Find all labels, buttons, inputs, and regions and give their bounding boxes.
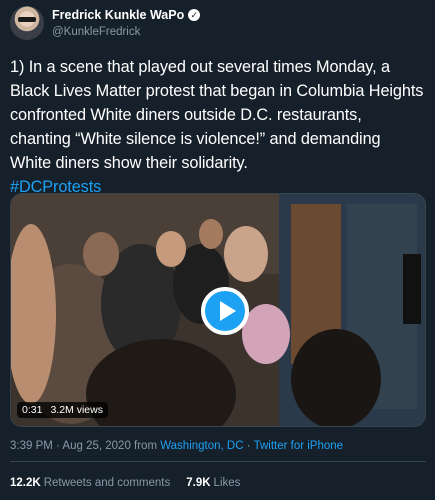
source-link[interactable]: Twitter for iPhone [254,440,343,452]
avatar-glasses [18,17,36,22]
verified-badge-icon: ✓ [188,9,201,21]
author-display-name[interactable]: Fredrick Kunkle WaPo [52,8,184,23]
tweet-body: 1) In a scene that played out several ti… [10,58,424,172]
tweet-header: Fredrick Kunkle WaPo ✓ @KunkleFredrick [10,6,201,40]
meta-separator: · [243,440,254,452]
location-link[interactable]: Washington, DC [160,440,243,452]
play-icon [219,301,236,321]
tweet-card: Fredrick Kunkle WaPo ✓ @KunkleFredrick 1… [0,0,435,500]
tweet-stats: 12.2K Retweets and comments 7.9K Likes [10,477,240,489]
divider [10,461,426,462]
author-handle[interactable]: @KunkleFredrick [52,25,200,39]
retweets-count: 12.2K [10,477,41,489]
video-stats: 0:31 3.2M views [17,402,108,418]
likes-count: 7.9K [186,477,211,489]
tweet-text: 1) In a scene that played out several ti… [10,55,426,199]
timestamp[interactable]: 3:39 PM · Aug 25, 2020 from [10,440,160,452]
tweet-meta: 3:39 PM · Aug 25, 2020 from Washington, … [10,440,343,452]
retweets-stat[interactable]: 12.2K Retweets and comments [10,477,170,489]
video-duration: 0:31 [22,404,43,416]
author-names: Fredrick Kunkle WaPo ✓ @KunkleFredrick [52,8,201,39]
name-row: Fredrick Kunkle WaPo ✓ [52,8,201,23]
retweets-label: Retweets and comments [43,477,171,489]
video-player[interactable]: 0:31 3.2M views [10,193,426,427]
likes-label: Likes [213,477,241,489]
avatar[interactable] [10,6,44,40]
likes-stat[interactable]: 7.9K Likes [186,477,240,489]
video-views: 3.2M views [50,404,103,416]
play-button[interactable] [201,287,249,335]
